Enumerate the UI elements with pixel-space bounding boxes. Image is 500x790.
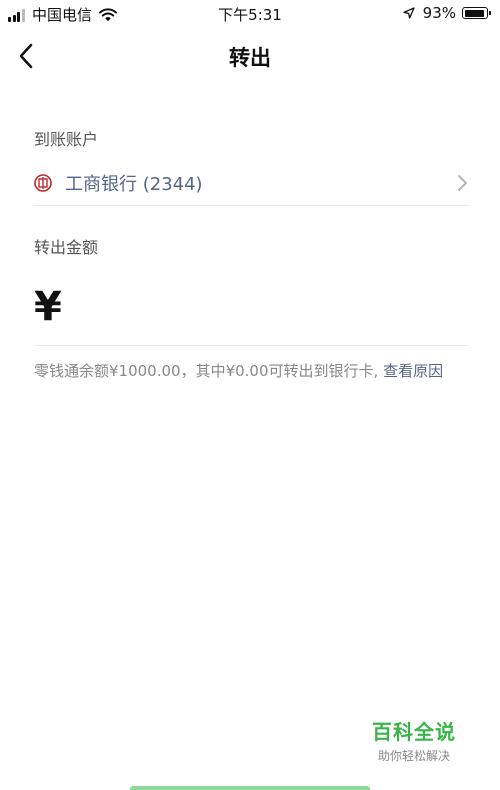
watermark-subtitle: 助你轻松解决	[377, 749, 450, 763]
battery-icon	[462, 7, 491, 19]
chevron-right-icon	[458, 175, 467, 191]
account-label: 到账账户	[34, 130, 99, 149]
page-title: 转出	[229, 46, 271, 70]
amount-label: 转出金额	[34, 238, 99, 257]
currency-symbol: ¥	[34, 283, 62, 330]
icbc-bank-logo-icon	[34, 173, 52, 192]
balance-note-text: 零钱通余额¥1000.00，其中¥0.00可转出到银行卡,	[34, 362, 384, 380]
account-selector[interactable]: 工商银行 (2344)	[34, 160, 468, 206]
view-reason-link[interactable]: 查看原因	[383, 362, 443, 380]
transfer-out-page: 中国电信 下午5:31 93% 转出 到账账户 工商银行 (2344) 转出金额…	[0, 0, 500, 790]
bank-account-name: 工商银行 (2344)	[65, 173, 203, 195]
battery-percentage: 93%	[422, 4, 456, 22]
status-bar-right: 93%	[403, 4, 491, 22]
navigation-bar: 转出	[0, 28, 500, 84]
balance-note: 零钱通余额¥1000.00，其中¥0.00可转出到银行卡, 查看原因	[34, 360, 454, 382]
watermark-logo: 百科全说 助你轻松解决	[372, 716, 456, 764]
watermark-title: 百科全说	[372, 720, 456, 744]
location-arrow-icon	[403, 7, 415, 19]
amount-input[interactable]	[67, 276, 500, 337]
status-bar: 中国电信 下午5:31 93%	[0, 0, 500, 28]
bottom-action-bar[interactable]	[130, 786, 370, 790]
amount-row: ¥	[34, 268, 500, 346]
